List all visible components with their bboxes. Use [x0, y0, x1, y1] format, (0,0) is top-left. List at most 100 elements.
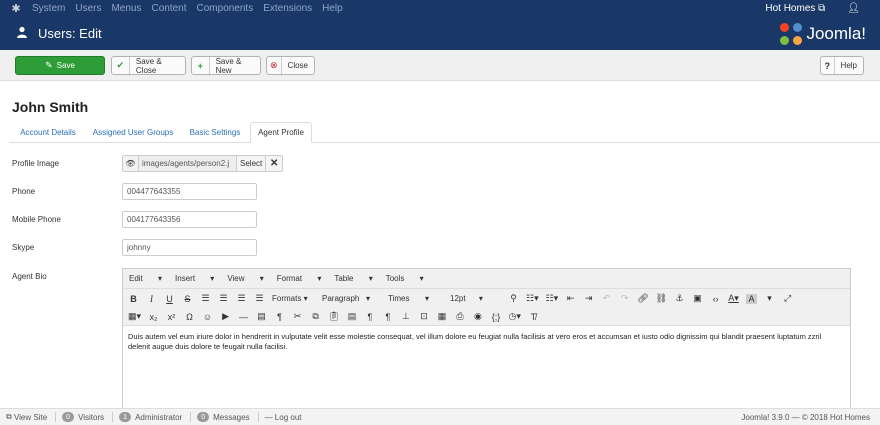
view-site-link[interactable]: ⧉ View Site: [6, 412, 47, 422]
menu-system[interactable]: System: [32, 3, 65, 14]
select-image-button[interactable]: Select: [236, 155, 267, 172]
underline-icon[interactable]: U: [164, 294, 175, 304]
page-title: Users: Edit: [38, 26, 102, 41]
code-sample-icon[interactable]: {;}: [490, 312, 501, 322]
copy-icon[interactable]: ⧉: [310, 311, 321, 322]
help-button[interactable]: ? Help: [820, 56, 864, 75]
joomla-logo-icon[interactable]: ✱: [0, 2, 32, 15]
ltr-icon[interactable]: ¶: [364, 312, 375, 322]
print-icon[interactable]: ⎙: [454, 311, 465, 322]
paste-icon[interactable]: 📋︎: [328, 311, 339, 322]
text-color-icon[interactable]: A▾: [728, 293, 739, 304]
tab-agent-profile[interactable]: Agent Profile: [250, 122, 312, 143]
italic-icon[interactable]: I: [146, 294, 157, 304]
find-replace-icon[interactable]: ⚲: [508, 293, 519, 304]
formats-dropdown[interactable]: Formats ▾: [272, 294, 312, 303]
preview-icon[interactable]: ◉: [472, 311, 483, 322]
rtl-icon[interactable]: ¶: [382, 312, 393, 322]
image-path-field[interactable]: images/agents/person2.j: [139, 155, 236, 172]
editor-menu-table[interactable]: Table ▾: [334, 274, 372, 283]
strikethrough-icon[interactable]: S: [182, 294, 193, 304]
menu-extensions[interactable]: Extensions: [263, 3, 312, 14]
editor-menu-insert[interactable]: Insert ▾: [175, 274, 214, 283]
clear-formatting-icon[interactable]: T̸: [528, 312, 539, 322]
editor-menu-view[interactable]: View ▾: [227, 274, 263, 283]
tab-basic-settings[interactable]: Basic Settings: [179, 122, 251, 143]
paragraph-direction-icon[interactable]: ¶: [274, 312, 285, 322]
user-name-heading: John Smith: [12, 99, 89, 115]
code-icon[interactable]: ‹›: [710, 294, 721, 304]
administrator-badge: 1: [119, 412, 132, 422]
outdent-icon[interactable]: ⇤: [565, 293, 576, 304]
mobile-phone-input[interactable]: 004177643356: [122, 211, 257, 228]
background-color-icon[interactable]: A: [746, 293, 758, 304]
messages-link[interactable]: 0 Messages: [197, 412, 250, 422]
font-family-dropdown[interactable]: Times ▾: [388, 294, 440, 303]
bold-icon[interactable]: B: [128, 294, 139, 304]
status-bar: ⧉ View Site 0 Visitors 1 Administrator 0 Me…: [0, 408, 880, 425]
anchor-icon[interactable]: ⚓︎: [674, 293, 685, 304]
undo-icon[interactable]: ↶: [601, 293, 612, 304]
tab-assigned-user-groups[interactable]: Assigned User Groups: [87, 122, 179, 143]
phone-input[interactable]: 004477643355: [122, 183, 257, 200]
edit-icon: ✎: [45, 60, 53, 70]
editor-menu-format[interactable]: Format ▾: [277, 274, 322, 283]
mobile-phone-label: Mobile Phone: [12, 215, 61, 224]
menu-components[interactable]: Components: [197, 3, 254, 14]
editor-menu-edit[interactable]: Edit ▾: [129, 274, 162, 283]
menu-help[interactable]: Help: [322, 3, 343, 14]
emoticons-icon[interactable]: ☺: [202, 312, 213, 322]
agent-bio-label: Agent Bio: [12, 272, 47, 281]
font-size-dropdown[interactable]: 12pt ▾: [450, 294, 498, 303]
indent-icon[interactable]: ⇥: [583, 293, 594, 304]
preview-eye-icon[interactable]: 👁︎: [122, 155, 139, 172]
superscript-icon[interactable]: x²: [166, 312, 177, 322]
align-right-icon[interactable]: ☰: [236, 293, 247, 304]
menu-users[interactable]: Users: [75, 3, 101, 14]
administrator-link[interactable]: 1 Administrator: [119, 412, 182, 422]
paste-text-icon[interactable]: ▤: [346, 311, 357, 322]
pagebreak-icon[interactable]: ▤: [256, 311, 267, 322]
bullet-list-icon[interactable]: ☷▾: [526, 293, 539, 304]
redo-icon[interactable]: ↷: [619, 293, 630, 304]
special-character-icon[interactable]: Ω: [184, 312, 195, 322]
joomla-mark-icon: [780, 22, 803, 45]
align-left-icon[interactable]: ☰: [200, 293, 211, 304]
tab-account-details[interactable]: Account Details: [9, 122, 87, 143]
template-icon[interactable]: ▦: [436, 311, 447, 322]
editor-content[interactable]: Duis autem vel eum iriure dolor in hendr…: [123, 326, 850, 358]
external-link-icon: ⧉: [6, 412, 12, 421]
background-color-dropdown-icon[interactable]: ▾: [764, 293, 775, 304]
insert-datetime-icon[interactable]: ◷▾: [508, 311, 520, 322]
close-button[interactable]: ⊗ Close: [266, 56, 315, 75]
block-format-dropdown[interactable]: Paragraph ▾: [322, 294, 378, 303]
page-header: Users: Edit Joomla!: [0, 17, 880, 50]
save-new-button[interactable]: + Save & New: [191, 56, 261, 75]
cut-icon[interactable]: ✂: [292, 311, 303, 322]
image-icon[interactable]: ▣: [692, 293, 703, 304]
subscript-icon[interactable]: x₂: [148, 312, 159, 322]
visual-chars-icon[interactable]: ⊥: [400, 311, 411, 322]
visual-blocks-icon[interactable]: ⊡: [418, 311, 429, 322]
align-center-icon[interactable]: ☰: [218, 293, 229, 304]
skype-input[interactable]: johnny: [122, 239, 257, 256]
link-icon[interactable]: 🔗︎: [637, 293, 648, 304]
user-menu-icon[interactable]: 👤︎: [847, 3, 860, 14]
horizontal-rule-icon[interactable]: —: [238, 312, 249, 322]
save-button[interactable]: ✎ Save: [15, 56, 105, 75]
media-icon[interactable]: ▶: [220, 311, 231, 322]
visitors-link[interactable]: 0 Visitors: [62, 412, 104, 422]
save-close-button[interactable]: ✔ Save & Close: [111, 56, 186, 75]
editor-menu-tools[interactable]: Tools ▾: [386, 274, 424, 283]
toolbar: ✎ Save ✔ Save & Close + Save & New ⊗ Clo…: [0, 50, 880, 81]
align-justify-icon[interactable]: ☰: [254, 293, 265, 304]
table-icon[interactable]: ▦▾: [128, 311, 141, 322]
logout-link[interactable]: — Log out: [265, 413, 302, 422]
menu-content[interactable]: Content: [151, 3, 186, 14]
clear-image-icon[interactable]: ✕: [266, 155, 284, 172]
menu-menus[interactable]: Menus: [111, 3, 141, 14]
fullscreen-icon[interactable]: ⤢: [782, 293, 793, 304]
site-link[interactable]: Hot Homes ⧉: [765, 3, 825, 14]
numbered-list-icon[interactable]: ☷▾: [546, 293, 559, 304]
unlink-icon[interactable]: ⛓︎: [656, 293, 667, 304]
